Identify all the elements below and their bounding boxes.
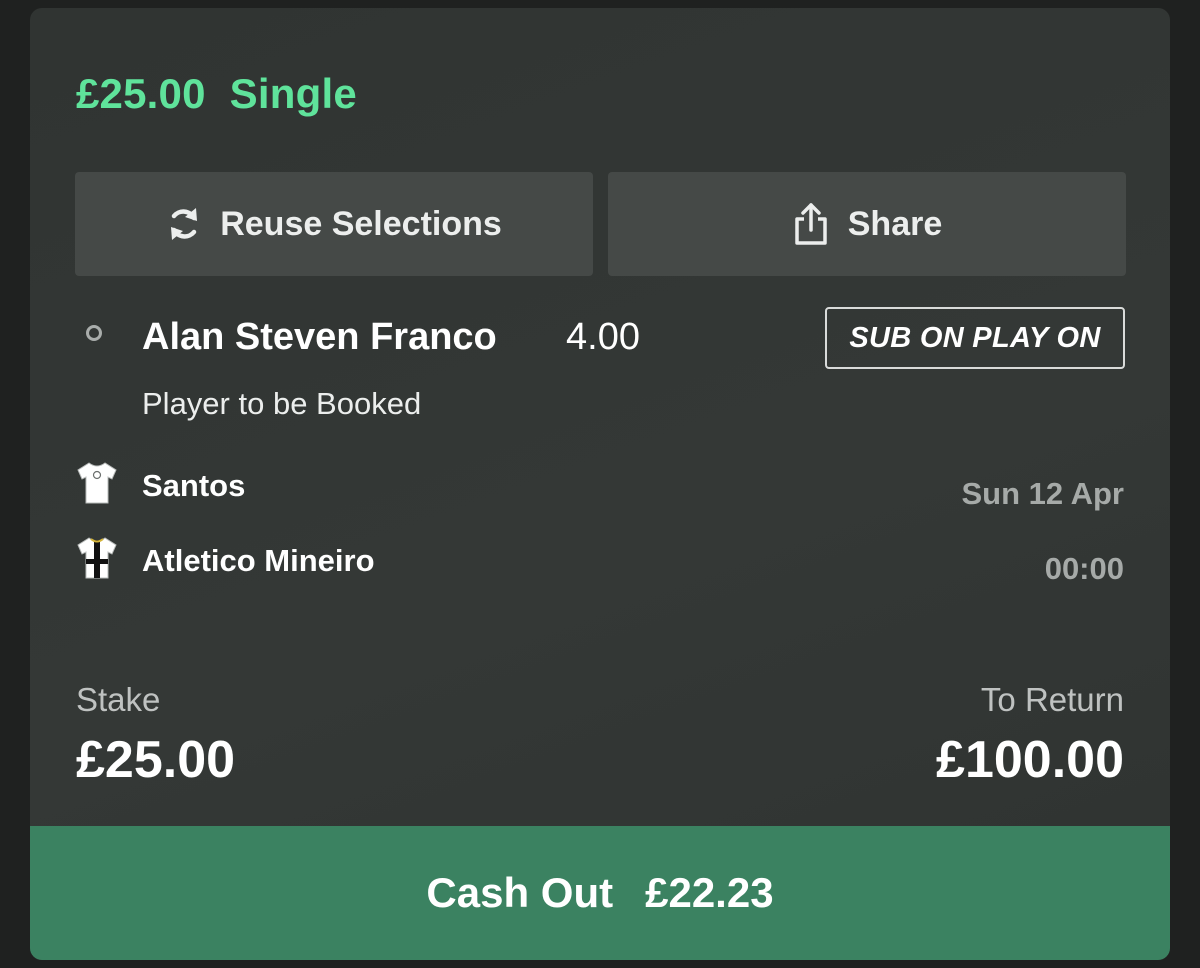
cash-out-amount: £22.23 xyxy=(645,869,774,916)
home-kit-icon xyxy=(74,460,120,506)
sub-on-play-on-badge: SUB ON PLAY ON xyxy=(825,307,1125,369)
refresh-icon xyxy=(166,204,202,244)
selection-odds: 4.00 xyxy=(566,316,640,358)
stake-label: Stake xyxy=(76,681,161,718)
cash-out-button[interactable]: Cash Out £22.23 xyxy=(30,826,1170,960)
to-return-value: £100.00 xyxy=(936,731,1124,789)
share-icon xyxy=(792,202,830,246)
market-name: Player to be Booked xyxy=(142,386,422,421)
stake-value: £25.00 xyxy=(76,731,236,789)
away-kit-icon xyxy=(74,535,120,581)
reuse-selections-button[interactable]: Reuse Selections xyxy=(75,172,593,276)
share-button[interactable]: Share xyxy=(608,172,1126,276)
bet-amount: £25.00 xyxy=(76,70,206,117)
selection-status-icon xyxy=(86,325,102,341)
away-team: Atletico Mineiro xyxy=(142,543,375,578)
reuse-selections-label: Reuse Selections xyxy=(220,204,502,243)
bet-type: Single xyxy=(229,70,357,117)
event-date: Sun 12 Apr xyxy=(961,476,1125,511)
selection-name: Alan Steven Franco xyxy=(142,316,497,358)
bet-header: £25.00 Single xyxy=(76,70,357,118)
badge-label: SUB ON PLAY ON xyxy=(849,321,1101,354)
home-team: Santos xyxy=(142,468,246,503)
cash-out-label: Cash Out xyxy=(426,869,614,916)
event-time: 00:00 xyxy=(1044,551,1124,586)
share-label: Share xyxy=(847,204,943,243)
bet-card: £25.00 Single Reuse Selections Share Alan… xyxy=(30,8,1170,960)
to-return-label: To Return xyxy=(980,681,1124,718)
